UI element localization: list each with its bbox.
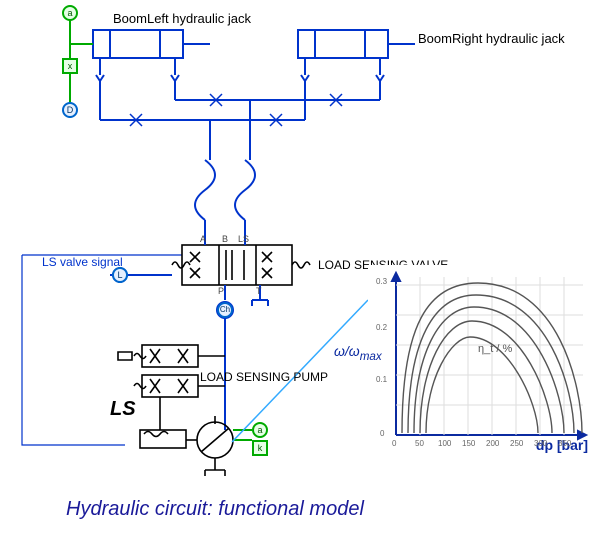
efficiency-chart: ω/ωmax dp [bar] η_t / % 0 50 100 150 200… bbox=[368, 265, 590, 455]
label-ls-box: LS bbox=[110, 398, 136, 421]
sensor-top-a-icon: a bbox=[62, 5, 78, 21]
sensor-mid-ch-icon: Ch bbox=[217, 302, 233, 318]
port-b: B bbox=[222, 234, 228, 244]
sensor-top-x-icon: x bbox=[62, 58, 78, 74]
ytick-0: 0 bbox=[380, 429, 384, 438]
port-a: A bbox=[200, 234, 206, 244]
label-ls-pump: LOAD SENSING PUMP bbox=[200, 370, 328, 384]
ytick-03: 0.3 bbox=[376, 277, 387, 286]
sensor-sig-l-icon: L bbox=[112, 267, 128, 283]
xtick-100: 100 bbox=[438, 439, 451, 448]
label-boom-right: BoomRight hydraulic jack bbox=[418, 31, 565, 46]
xtick-150: 150 bbox=[462, 439, 475, 448]
chart-ylabel-text: ω/ωmax bbox=[334, 343, 382, 359]
chart-center-label: η_t / % bbox=[478, 343, 512, 355]
xtick-300: 300 bbox=[534, 439, 547, 448]
sensor-pump-a-icon: a bbox=[252, 422, 268, 438]
diagram-stage: BoomLeft hydraulic jack BoomRight hydrau… bbox=[0, 0, 600, 537]
ytick-02: 0.2 bbox=[376, 323, 387, 332]
xtick-250: 250 bbox=[510, 439, 523, 448]
xtick-200: 200 bbox=[486, 439, 499, 448]
sensor-pump-k-icon: k bbox=[252, 440, 268, 456]
label-ls-valve-signal: LS valve signal bbox=[42, 255, 123, 269]
port-p: P bbox=[218, 286, 224, 296]
chart-ylabel: ω/ωmax bbox=[334, 343, 382, 363]
ytick-01: 0.1 bbox=[376, 375, 387, 384]
xtick-50: 50 bbox=[415, 439, 424, 448]
figure-caption: Hydraulic circuit: functional model bbox=[66, 498, 364, 521]
label-boom-left: BoomLeft hydraulic jack bbox=[113, 11, 251, 26]
sensor-top-d-icon: D bbox=[62, 102, 78, 118]
port-t: T bbox=[256, 286, 262, 296]
xtick-0: 0 bbox=[392, 439, 396, 448]
xtick-350: 350 bbox=[558, 439, 571, 448]
port-ls: LS bbox=[238, 234, 249, 244]
